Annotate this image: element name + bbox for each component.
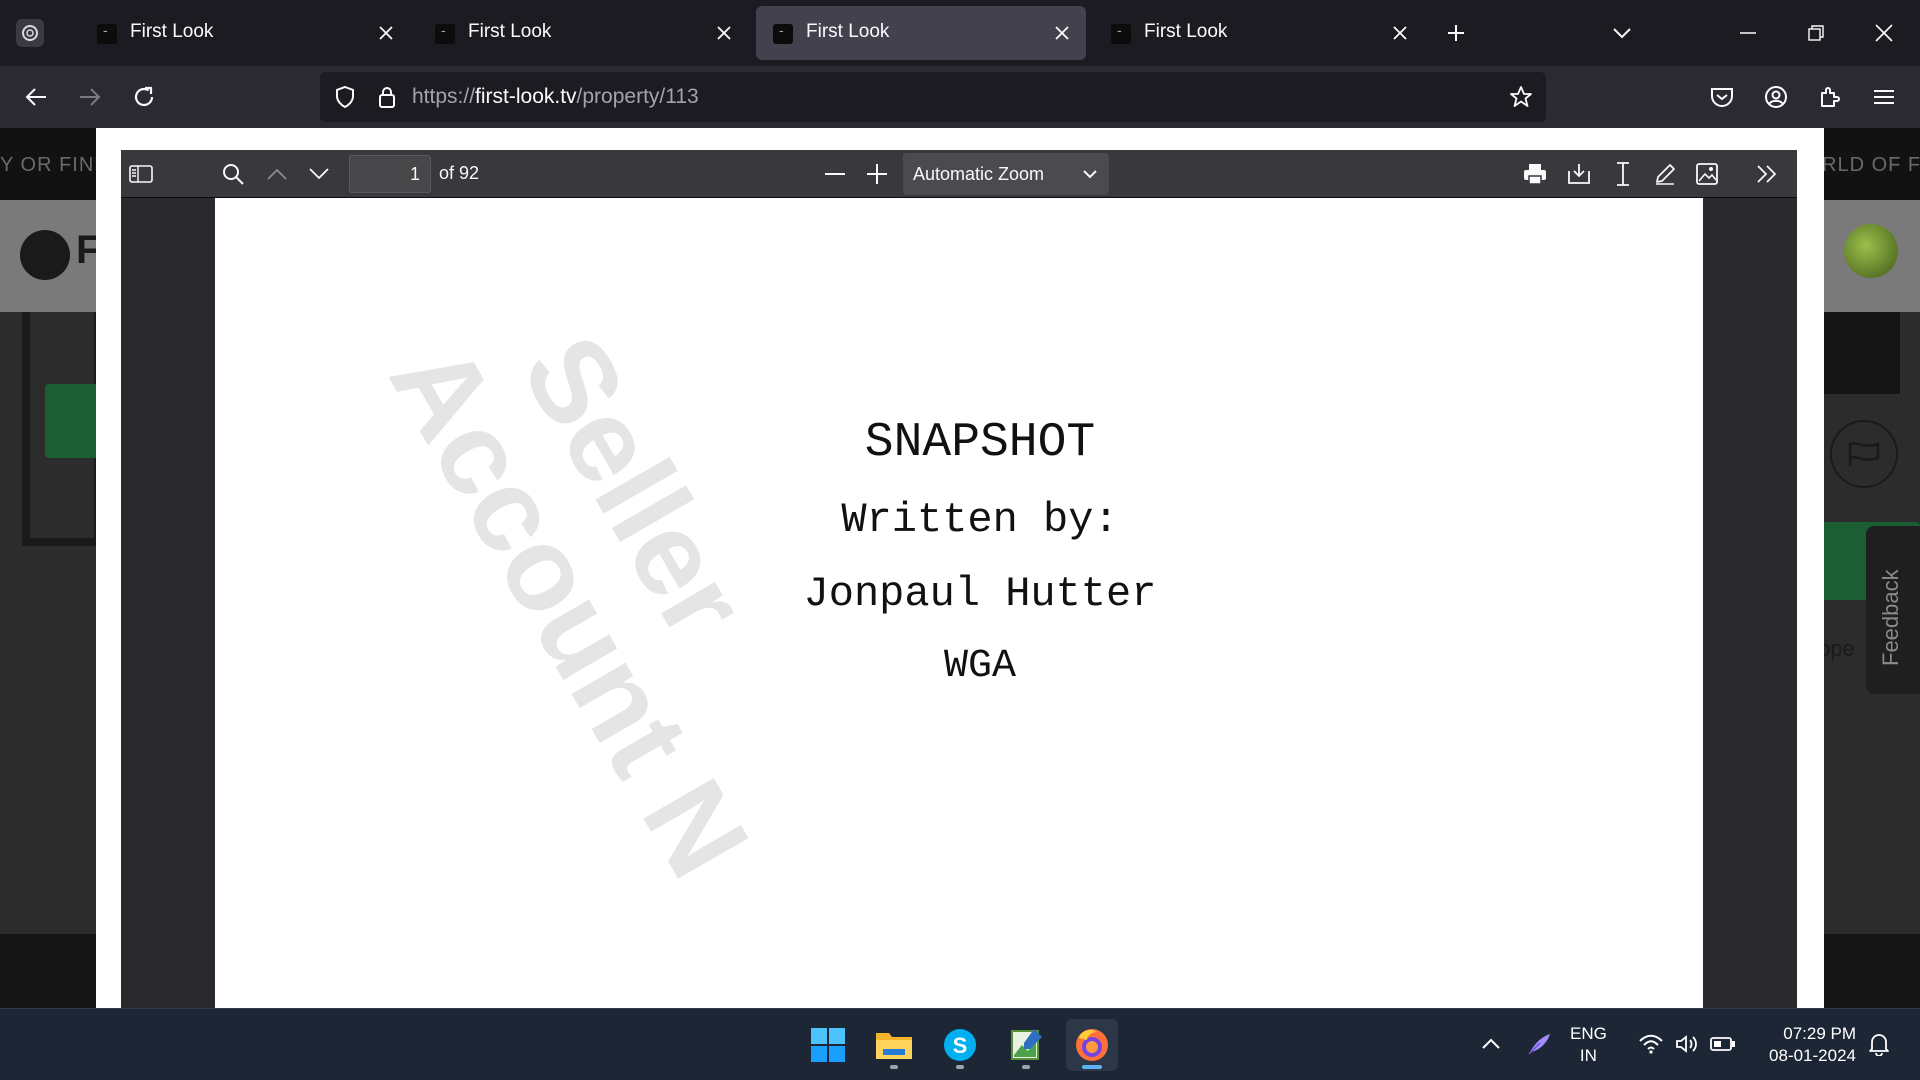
favicon-icon bbox=[435, 22, 455, 44]
draw-pencil-icon[interactable] bbox=[1649, 158, 1681, 190]
save-download-icon[interactable] bbox=[1563, 158, 1595, 190]
close-tab-icon[interactable] bbox=[372, 19, 400, 47]
extensions-puzzle-icon[interactable] bbox=[1814, 81, 1846, 113]
flag-icon[interactable] bbox=[1830, 420, 1898, 488]
list-all-tabs-chevron-down-icon[interactable] bbox=[1606, 17, 1638, 49]
notification-bell-icon[interactable] bbox=[1864, 1029, 1894, 1059]
running-indicator bbox=[956, 1065, 964, 1069]
previous-page-chevron-up-icon[interactable] bbox=[261, 158, 293, 190]
user-avatar[interactable] bbox=[1844, 224, 1898, 278]
tab-2[interactable]: First Look bbox=[418, 6, 748, 60]
tab-title: First Look bbox=[806, 21, 890, 42]
url-host: first-look.tv bbox=[475, 85, 577, 108]
zoom-value: Automatic Zoom bbox=[913, 164, 1045, 184]
language-indicator[interactable]: ENG IN bbox=[1570, 1023, 1607, 1067]
zoom-in-plus-icon[interactable] bbox=[861, 158, 893, 190]
feedback-label: Feedback bbox=[1878, 569, 1903, 666]
bookmark-star-icon[interactable] bbox=[1506, 82, 1536, 112]
right-dark-panel bbox=[1820, 312, 1900, 394]
favicon-icon bbox=[1111, 22, 1131, 44]
tab-title: First Look bbox=[1144, 21, 1228, 42]
page-count: of 92 bbox=[439, 163, 480, 183]
pdf-viewer: 1 of 92 Automatic Zoom Seller Account N … bbox=[121, 150, 1797, 1008]
add-image-icon[interactable] bbox=[1691, 158, 1723, 190]
url-path: /property/113 bbox=[576, 85, 699, 108]
close-tab-icon[interactable] bbox=[1386, 19, 1414, 47]
site-logo-icon[interactable] bbox=[20, 230, 70, 280]
skype-icon[interactable]: S bbox=[934, 1019, 986, 1071]
favicon-icon bbox=[97, 22, 117, 44]
page-number-input[interactable]: 1 bbox=[349, 155, 431, 193]
back-arrow-icon[interactable] bbox=[20, 81, 52, 113]
tracking-protection-shield-icon[interactable] bbox=[330, 82, 360, 112]
close-tab-icon[interactable] bbox=[710, 19, 738, 47]
zoom-out-minus-icon[interactable] bbox=[819, 158, 851, 190]
wifi-icon[interactable] bbox=[1636, 1029, 1666, 1059]
address-bar[interactable]: https://first-look.tv/property/113 bbox=[320, 72, 1546, 122]
pdf-page: Seller Account N SNAPSHOT Written by: Jo… bbox=[215, 198, 1703, 1008]
url-text[interactable]: https://first-look.tv/property/113 bbox=[412, 85, 699, 109]
running-indicator bbox=[890, 1065, 898, 1069]
feedback-tab[interactable]: Feedback bbox=[1866, 526, 1920, 694]
pocket-icon[interactable] bbox=[1706, 81, 1738, 113]
battery-icon[interactable] bbox=[1708, 1029, 1738, 1059]
navigation-bar: https://first-look.tv/property/113 bbox=[0, 66, 1920, 128]
svg-text:S: S bbox=[953, 1033, 968, 1058]
time: 07:29 PM bbox=[1783, 1024, 1856, 1043]
tab-strip: First Look First Look First Look First L… bbox=[0, 0, 1920, 66]
new-tab-button[interactable] bbox=[1440, 17, 1472, 49]
sidebar-toggle-icon[interactable] bbox=[125, 158, 157, 190]
pdf-toolbar: 1 of 92 Automatic Zoom bbox=[121, 150, 1797, 198]
windows-start-icon[interactable] bbox=[802, 1019, 854, 1071]
chatgpt-app-icon[interactable] bbox=[16, 19, 44, 47]
close-tab-icon[interactable] bbox=[1048, 19, 1076, 47]
running-indicator bbox=[1082, 1065, 1102, 1069]
ticker-text-left: Y OR FIND bbox=[0, 154, 110, 176]
written-by-label: Written by: bbox=[841, 496, 1119, 544]
forward-arrow-icon[interactable] bbox=[74, 81, 106, 113]
tab-4[interactable]: First Look bbox=[1094, 6, 1424, 60]
firefox-icon[interactable] bbox=[1066, 1019, 1118, 1071]
date: 08-01-2024 bbox=[1769, 1046, 1856, 1065]
taskbar: S ENG IN 07:29 PM 08-01-2024 bbox=[0, 1008, 1920, 1080]
file-explorer-icon[interactable] bbox=[868, 1019, 920, 1071]
url-scheme: https:// bbox=[412, 85, 476, 108]
account-icon[interactable] bbox=[1760, 81, 1792, 113]
running-indicator bbox=[1022, 1065, 1030, 1069]
tab-title: First Look bbox=[468, 21, 552, 42]
chevron-down-icon bbox=[1081, 161, 1099, 187]
photo-editor-icon[interactable] bbox=[1000, 1019, 1052, 1071]
tab-1[interactable]: First Look bbox=[80, 6, 410, 60]
hamburger-menu-icon[interactable] bbox=[1868, 81, 1900, 113]
show-hidden-icons-chevron-up-icon[interactable] bbox=[1476, 1029, 1506, 1059]
tab-title: First Look bbox=[130, 21, 214, 42]
lock-icon[interactable] bbox=[372, 82, 402, 112]
next-page-chevron-down-icon[interactable] bbox=[303, 158, 335, 190]
tab-3-active[interactable]: First Look bbox=[756, 6, 1086, 60]
pen-feather-icon[interactable] bbox=[1524, 1029, 1554, 1059]
minimize-icon[interactable] bbox=[1732, 17, 1764, 49]
close-window-icon[interactable] bbox=[1868, 17, 1900, 49]
language-code: ENG bbox=[1570, 1024, 1607, 1043]
print-icon[interactable] bbox=[1519, 158, 1551, 190]
author-name: Jonpaul Hutter bbox=[803, 570, 1157, 618]
pdf-modal: 1 of 92 Automatic Zoom Seller Account N … bbox=[96, 128, 1824, 1008]
guild-label: WGA bbox=[943, 644, 1016, 689]
text-select-cursor-icon[interactable] bbox=[1607, 158, 1639, 190]
zoom-select[interactable]: Automatic Zoom bbox=[903, 153, 1109, 195]
clock[interactable]: 07:29 PM 08-01-2024 bbox=[1746, 1023, 1856, 1067]
volume-icon[interactable] bbox=[1672, 1029, 1702, 1059]
region-code: IN bbox=[1579, 1046, 1597, 1065]
tools-double-chevron-right-icon[interactable] bbox=[1751, 158, 1783, 190]
script-title: SNAPSHOT bbox=[864, 416, 1096, 470]
reload-icon[interactable] bbox=[128, 81, 160, 113]
ticker-text-right: RLD OF FI bbox=[1822, 154, 1920, 176]
search-icon[interactable] bbox=[217, 158, 249, 190]
favicon-icon bbox=[773, 22, 793, 44]
restore-icon[interactable] bbox=[1800, 17, 1832, 49]
